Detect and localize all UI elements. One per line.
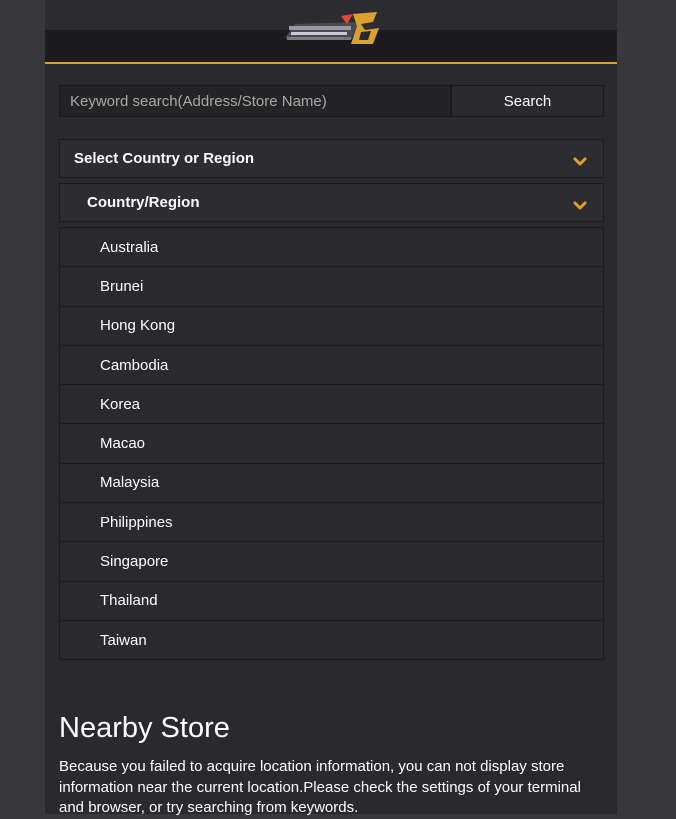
country-item-singapore[interactable]: Singapore: [60, 541, 603, 581]
page-container: Search Select Country or Region Country/…: [45, 0, 617, 816]
chevron-down-icon: [573, 201, 587, 210]
dropdown-label: Country/Region: [87, 194, 200, 211]
dropdown-label: Select Country or Region: [74, 150, 255, 167]
country-item-brunei[interactable]: Brunei: [60, 266, 603, 306]
search-button[interactable]: Search: [451, 85, 604, 117]
country-item-cambodia[interactable]: Cambodia: [60, 344, 603, 385]
country-item-hong-kong[interactable]: Hong Kong: [60, 305, 603, 345]
keyword-search-input[interactable]: [59, 85, 451, 117]
country-list: Australia Brunei Hong Kong Cambodia Kore…: [59, 227, 604, 661]
chevron-down-icon: [573, 157, 587, 166]
select-country-region-dropdown[interactable]: Select Country or Region: [59, 139, 604, 178]
country-item-australia[interactable]: Australia: [60, 227, 603, 267]
country-item-thailand[interactable]: Thailand: [60, 580, 603, 620]
header-accent-line: [45, 62, 617, 64]
country-region-dropdown[interactable]: Country/Region: [59, 183, 604, 222]
game-logo[interactable]: [281, 10, 385, 46]
country-item-malaysia[interactable]: Malaysia: [60, 462, 603, 503]
nearby-store-title: Nearby Store: [59, 712, 230, 744]
country-item-korea[interactable]: Korea: [60, 384, 603, 424]
country-item-taiwan[interactable]: Taiwan: [60, 619, 603, 660]
nearby-store-message: Because you failed to acquire location i…: [59, 758, 581, 816]
country-item-macao[interactable]: Macao: [60, 423, 603, 463]
country-item-philippines[interactable]: Philippines: [60, 502, 603, 542]
